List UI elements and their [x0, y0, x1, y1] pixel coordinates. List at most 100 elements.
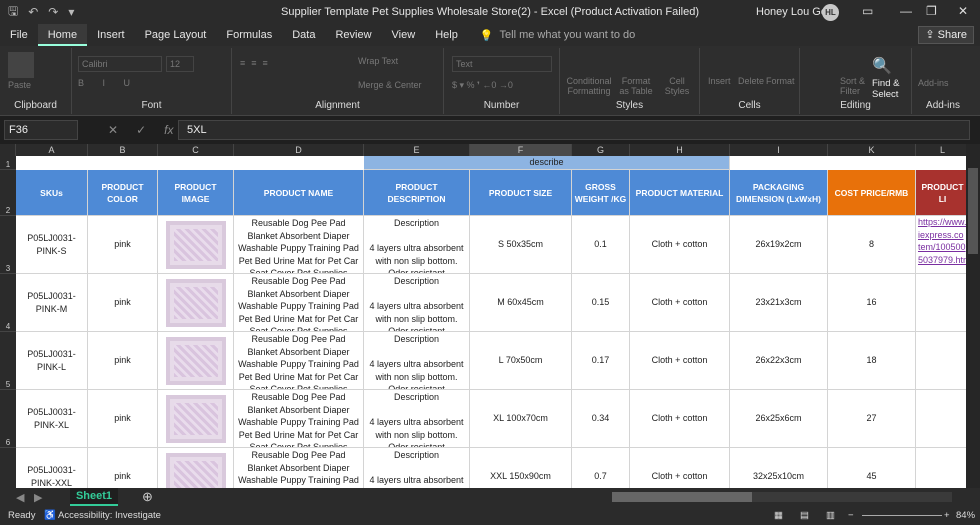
- avatar[interactable]: HL: [822, 4, 839, 21]
- table-cell[interactable]: 0.17: [572, 332, 630, 390]
- header-cell[interactable]: PRODUCT LI: [916, 170, 966, 216]
- merge-center-button[interactable]: Merge & Center: [358, 80, 422, 90]
- table-cell[interactable]: Cloth + cotton: [630, 274, 730, 332]
- addins-button[interactable]: Add-ins: [918, 78, 949, 88]
- table-cell[interactable]: Reusable Dog Pee Pad Blanket Absorbent D…: [234, 332, 364, 390]
- accessibility-status[interactable]: Accessibility: Investigate: [58, 510, 161, 521]
- header-cell[interactable]: GROSS WEIGHT /KG: [572, 170, 630, 216]
- table-cell[interactable]: pink: [88, 274, 158, 332]
- header-cell[interactable]: PRODUCT IMAGE: [158, 170, 234, 216]
- table-cell[interactable]: P05LJ0031-PINK-M: [16, 274, 88, 332]
- format-as-table-button[interactable]: Format as Table: [616, 76, 656, 96]
- table-cell[interactable]: 27: [828, 390, 916, 448]
- table-cell[interactable]: [158, 390, 234, 448]
- minimize-icon[interactable]: —: [900, 4, 912, 18]
- confirm-icon[interactable]: ✓: [136, 123, 146, 137]
- wrap-text-button[interactable]: Wrap Text: [358, 56, 398, 66]
- column-header-a[interactable]: A: [16, 144, 88, 156]
- table-cell[interactable]: [916, 390, 966, 448]
- product-image[interactable]: [165, 394, 226, 443]
- header-cell[interactable]: PRODUCT SIZE: [470, 170, 572, 216]
- column-header-e[interactable]: E: [364, 144, 470, 156]
- undo-icon[interactable]: ↶: [28, 5, 38, 19]
- header-cell[interactable]: PRODUCT NAME: [234, 170, 364, 216]
- page-layout-view-icon[interactable]: ▤: [800, 510, 809, 521]
- column-header-i[interactable]: I: [730, 144, 828, 156]
- table-cell[interactable]: [158, 216, 234, 274]
- table-cell[interactable]: [916, 274, 966, 332]
- zoom-in-icon[interactable]: +: [944, 510, 950, 521]
- page-break-view-icon[interactable]: ▥: [826, 510, 835, 521]
- font-style-buttons[interactable]: B I U: [78, 78, 138, 88]
- sort-filter-button[interactable]: Sort & Filter: [840, 76, 872, 96]
- sheet-tab-sheet1[interactable]: Sheet1: [70, 488, 118, 506]
- column-header-c[interactable]: C: [158, 144, 234, 156]
- tab-help[interactable]: Help: [425, 24, 468, 46]
- table-cell[interactable]: 26x19x2cm: [730, 216, 828, 274]
- table-cell[interactable]: 32x25x10cm: [730, 448, 828, 488]
- describe-cell[interactable]: describe: [364, 156, 730, 170]
- paste-icon[interactable]: [8, 52, 34, 78]
- row-header-4[interactable]: 4: [0, 274, 16, 332]
- table-cell[interactable]: Reusable Dog Pee Pad Blanket Absorbent D…: [234, 390, 364, 448]
- insert-cells-button[interactable]: Insert: [708, 76, 731, 86]
- table-cell[interactable]: Reusable Dog Pee Pad Blanket Absorbent D…: [234, 216, 364, 274]
- table-cell[interactable]: M 60x45cm: [470, 274, 572, 332]
- table-cell[interactable]: P05LJ0031-PINK-S: [16, 216, 88, 274]
- table-cell[interactable]: 8: [828, 216, 916, 274]
- share-button[interactable]: ⇪ Share: [918, 26, 974, 44]
- add-sheet-icon[interactable]: ⊕: [142, 489, 153, 505]
- table-cell[interactable]: pink: [88, 216, 158, 274]
- close-icon[interactable]: ✕: [958, 4, 968, 18]
- normal-view-icon[interactable]: ▦: [774, 510, 783, 521]
- column-header-b[interactable]: B: [88, 144, 158, 156]
- cancel-icon[interactable]: ✕: [108, 123, 118, 137]
- product-image[interactable]: [165, 452, 226, 488]
- conditional-formatting-button[interactable]: Conditional Formatting: [566, 76, 612, 96]
- formula-input[interactable]: 5XL: [178, 120, 970, 140]
- table-cell[interactable]: 0.7: [572, 448, 630, 488]
- number-format-icons[interactable]: $ ▾ % ❜ ←0 →0: [452, 80, 513, 91]
- column-header-f[interactable]: F: [470, 144, 572, 156]
- paste-label[interactable]: Paste: [8, 80, 31, 90]
- row-header-3[interactable]: 3: [0, 216, 16, 274]
- header-cell[interactable]: SKUs: [16, 170, 88, 216]
- table-cell[interactable]: Description 4 layers ultra absorbent wit…: [364, 216, 470, 274]
- number-format-select[interactable]: Text: [452, 56, 552, 72]
- product-image[interactable]: [165, 336, 226, 385]
- zoom-slider[interactable]: [862, 515, 942, 516]
- product-image[interactable]: [165, 220, 226, 269]
- prev-sheet-icon[interactable]: ◀: [16, 491, 24, 504]
- row-header-6[interactable]: 6: [0, 390, 16, 448]
- table-cell[interactable]: 23x21x3cm: [730, 274, 828, 332]
- header-cell[interactable]: PRODUCT COLOR: [88, 170, 158, 216]
- column-header-g[interactable]: G: [572, 144, 630, 156]
- header-cell[interactable]: PRODUCT MATERIAL: [630, 170, 730, 216]
- table-cell[interactable]: 45: [828, 448, 916, 488]
- table-cell[interactable]: Cloth + cotton: [630, 390, 730, 448]
- table-cell[interactable]: Cloth + cotton: [630, 216, 730, 274]
- header-cell[interactable]: COST PRICE/RMB: [828, 170, 916, 216]
- table-cell[interactable]: P05LJ0031-PINK-XL: [16, 390, 88, 448]
- select-all-corner[interactable]: [0, 144, 16, 156]
- font-name-select[interactable]: Calibri: [78, 56, 162, 72]
- table-cell[interactable]: pink: [88, 448, 158, 488]
- horizontal-scroll-thumb[interactable]: [612, 492, 752, 502]
- table-cell[interactable]: 0.1: [572, 216, 630, 274]
- row-header-1[interactable]: 1: [0, 156, 16, 170]
- table-cell[interactable]: S 50x35cm: [470, 216, 572, 274]
- table-cell[interactable]: Cloth + cotton: [630, 448, 730, 488]
- table-cell[interactable]: Description 4 layers ultra absorbent wit…: [364, 332, 470, 390]
- name-box[interactable]: F36: [4, 120, 78, 140]
- next-sheet-icon[interactable]: ▶: [34, 491, 42, 504]
- column-header-h[interactable]: H: [630, 144, 730, 156]
- table-cell[interactable]: XXL 150x90cm: [470, 448, 572, 488]
- column-header-d[interactable]: D: [234, 144, 364, 156]
- column-header-k[interactable]: K: [828, 144, 916, 156]
- cell-styles-button[interactable]: Cell Styles: [660, 76, 694, 96]
- font-size-select[interactable]: 12: [166, 56, 194, 72]
- table-cell[interactable]: Cloth + cotton: [630, 332, 730, 390]
- table-cell[interactable]: 0.34: [572, 390, 630, 448]
- table-cell[interactable]: 0.15: [572, 274, 630, 332]
- save-icon[interactable]: 🖫: [8, 2, 18, 23]
